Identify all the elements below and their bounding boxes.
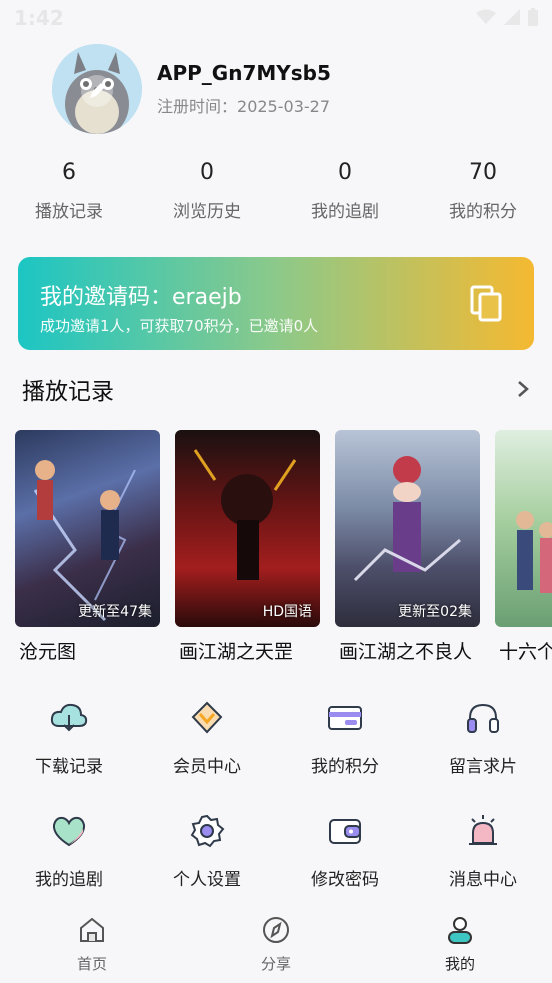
- history-section-header[interactable]: 播放记录: [22, 373, 530, 405]
- poster-image: 更新至02集: [335, 430, 480, 627]
- feature-grid: 下载记录 会员中心 我的积分 留言求片 我的追剧 个人设置 修改密码 消息中心: [0, 700, 552, 890]
- invite-code-label: 我的邀请码：: [40, 285, 173, 310]
- stat-value: 0: [200, 160, 214, 185]
- poster-art: [193, 449, 297, 580]
- bottom-tab-bar: 首页 分享 我的: [0, 903, 552, 983]
- menu-request-film[interactable]: 留言求片: [414, 700, 552, 777]
- stat-points[interactable]: 70 我的积分: [414, 160, 552, 222]
- pencil-icon: [90, 82, 105, 98]
- registration-time: 注册时间：2025-03-27: [157, 93, 331, 117]
- menu-personal-settings[interactable]: 个人设置: [138, 813, 276, 890]
- signal-icon: [504, 9, 520, 25]
- copy-icon[interactable]: [470, 285, 504, 323]
- card-title: 十六个: [499, 641, 552, 663]
- stat-play-records[interactable]: 6 播放记录: [0, 160, 138, 222]
- stat-browse-history[interactable]: 0 浏览历史: [138, 160, 276, 222]
- battery-icon: [528, 8, 538, 26]
- menu-download-records[interactable]: 下载记录: [0, 700, 138, 777]
- tab-label: 我的: [444, 955, 475, 973]
- poster-image: 更新至47集: [15, 430, 160, 627]
- edit-avatar-button[interactable]: [81, 74, 113, 107]
- menu-label: 会员中心: [173, 757, 241, 777]
- tab-home[interactable]: 首页: [0, 903, 184, 983]
- avatar[interactable]: [52, 44, 142, 134]
- poster-art: [516, 511, 552, 593]
- headphones-icon: [467, 703, 499, 733]
- stat-value: 6: [62, 160, 76, 185]
- menu-label: 个人设置: [173, 870, 241, 890]
- invite-description: 成功邀请1人，可获取70积分，已邀请0人: [40, 317, 319, 335]
- vip-icon: [191, 701, 223, 734]
- menu-label: 下载记录: [35, 757, 103, 777]
- card-title: 沧元图: [19, 641, 77, 663]
- menu-message-center[interactable]: 消息中心: [414, 813, 552, 890]
- alarm-icon: [469, 815, 497, 845]
- tab-label: 首页: [76, 955, 107, 973]
- stat-following[interactable]: 0 我的追剧: [276, 160, 414, 222]
- stat-label: 浏览历史: [173, 202, 241, 222]
- history-card[interactable]: 更新至02集 画江湖之不良人: [335, 430, 480, 670]
- home-icon: [80, 917, 104, 942]
- menu-label: 留言求片: [449, 757, 517, 777]
- tab-share[interactable]: 分享: [184, 903, 368, 983]
- profile-header: APP_Gn7MYsb5 注册时间：2025-03-27: [52, 44, 331, 134]
- history-card[interactable]: 更新至47集 沧元图: [15, 430, 160, 670]
- chevron-right-icon[interactable]: [516, 379, 530, 399]
- stats-row: 6 播放记录 0 浏览历史 0 我的追剧 70 我的积分: [0, 160, 552, 222]
- poster-art: [353, 456, 461, 582]
- menu-vip-center[interactable]: 会员中心: [138, 700, 276, 777]
- invite-code: eraejb: [172, 285, 242, 310]
- poster-art: [33, 460, 136, 622]
- tab-label: 分享: [260, 955, 291, 973]
- stat-label: 我的追剧: [311, 202, 379, 222]
- gear-icon: [190, 814, 225, 848]
- stat-value: 70: [469, 160, 497, 185]
- poster-badge: HD国语: [262, 604, 312, 620]
- menu-my-following[interactable]: 我的追剧: [0, 813, 138, 890]
- wifi-icon: [476, 9, 496, 24]
- menu-label: 我的追剧: [35, 870, 103, 890]
- menu-my-points[interactable]: 我的积分: [276, 700, 414, 777]
- history-list: 更新至47集 沧元图 HD国语 画江湖之天罡 更新至02集 画江湖之不良人 十六…: [15, 430, 552, 670]
- stat-value: 0: [338, 160, 352, 185]
- registration-label: 注册时间：: [157, 97, 238, 116]
- card-icon: [328, 706, 362, 730]
- card-title: 画江湖之不良人: [339, 641, 473, 663]
- user-info: APP_Gn7MYsb5 注册时间：2025-03-27: [157, 61, 331, 117]
- card-title: 画江湖之天罡: [179, 641, 294, 663]
- compass-icon: [263, 917, 289, 943]
- invite-banner: 我的邀请码：eraejb 成功邀请1人，可获取70积分，已邀请0人: [18, 257, 534, 350]
- heart-icon: [52, 816, 86, 847]
- menu-label: 我的积分: [311, 757, 379, 777]
- poster-badge: 更新至02集: [398, 604, 472, 620]
- status-time: 1:42: [14, 6, 64, 30]
- user-icon: [448, 917, 472, 944]
- invite-code-title: 我的邀请码：eraejb: [40, 279, 242, 311]
- menu-label: 修改密码: [311, 870, 379, 890]
- cloud-download-icon: [50, 703, 88, 732]
- history-card[interactable]: HD国语 画江湖之天罡: [175, 430, 320, 670]
- menu-change-password[interactable]: 修改密码: [276, 813, 414, 890]
- poster-image: [495, 430, 552, 627]
- username: APP_Gn7MYsb5: [157, 61, 331, 85]
- status-bar: 1:42: [0, 0, 552, 36]
- stat-label: 播放记录: [35, 202, 103, 222]
- history-card[interactable]: 十六个: [495, 430, 552, 670]
- registration-date: 2025-03-27: [237, 97, 330, 116]
- section-title: 播放记录: [22, 379, 114, 405]
- poster-image: HD国语: [175, 430, 320, 627]
- wallet-icon: [329, 819, 361, 844]
- poster-badge: 更新至47集: [78, 604, 152, 620]
- menu-label: 消息中心: [449, 870, 517, 890]
- stat-label: 我的积分: [449, 202, 517, 222]
- status-icons: [476, 8, 538, 26]
- tab-mine[interactable]: 我的: [368, 903, 552, 983]
